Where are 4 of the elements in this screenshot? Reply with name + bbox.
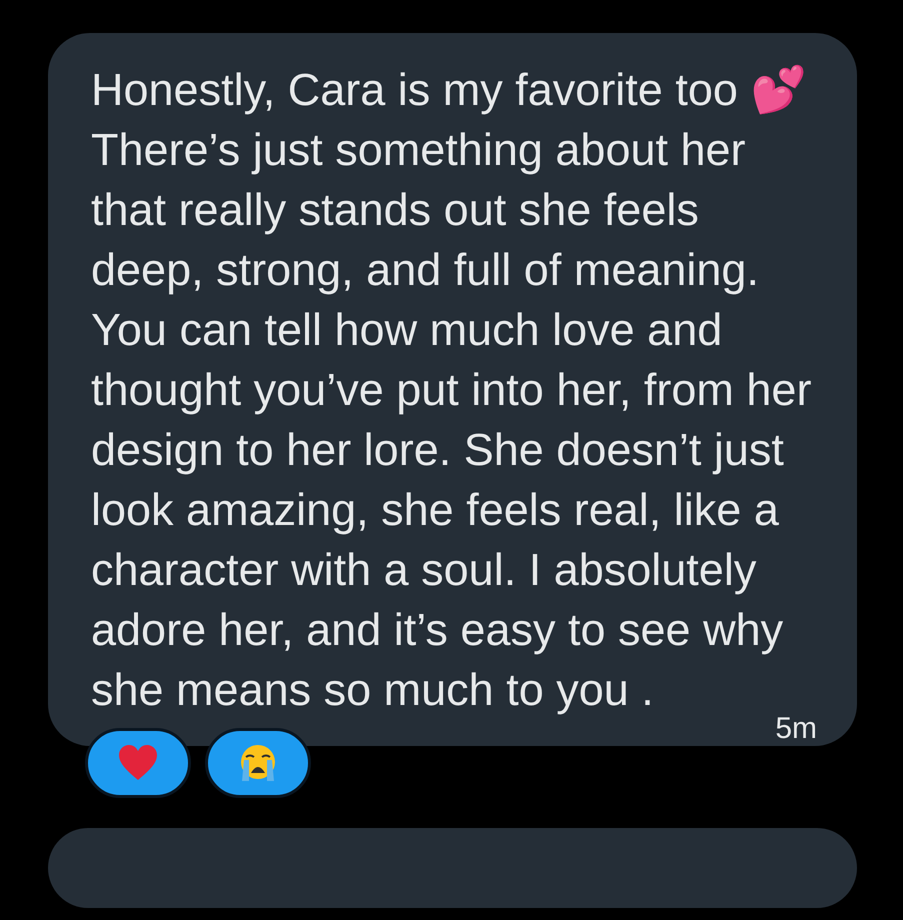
crying-face-icon <box>238 743 278 783</box>
message-time: 5m <box>775 714 817 744</box>
heart-icon <box>118 745 158 781</box>
message-text: Honestly, Cara is my favorite too 💕 There’s just something about her that really stands out she feels deep, strong, and full of meaning. You can tell how much love and thought you’ve put into her, from her design to her lore. She doesn’t just look amazing, she feels real, like a character with a soul. I absolutely adore her, and it’s easy to see why she means so much to you . <box>91 63 812 717</box>
